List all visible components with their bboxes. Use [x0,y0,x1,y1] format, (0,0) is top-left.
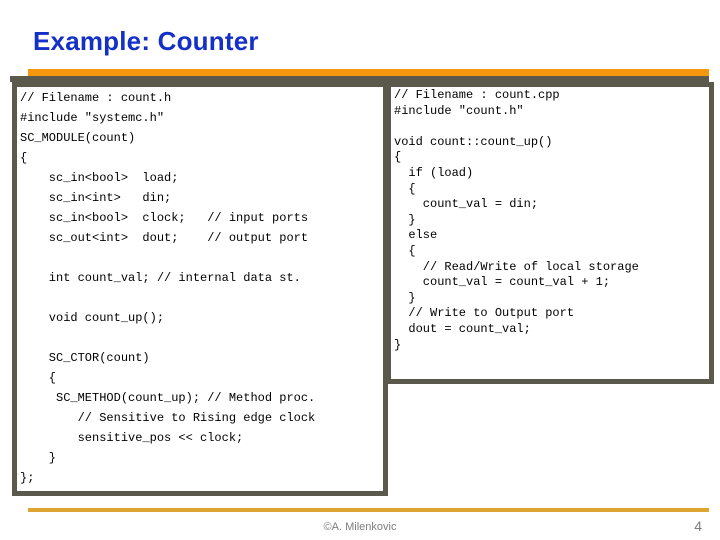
title-divider-bar [28,69,709,76]
code-block-source-file: // Filename : count.cpp #include "count.… [386,82,714,384]
footer-page-number: 4 [694,518,702,534]
footer-credit: ©A. Milenkovic [323,521,397,533]
page-title: Example: Counter [33,26,259,56]
code-text-header-file: // Filename : count.h #include "systemc.… [20,91,316,485]
code-block-header-file: // Filename : count.h #include "systemc.… [12,82,388,496]
footer-divider-bar [28,508,709,512]
code-text-source-file: // Filename : count.cpp #include "count.… [394,88,639,352]
